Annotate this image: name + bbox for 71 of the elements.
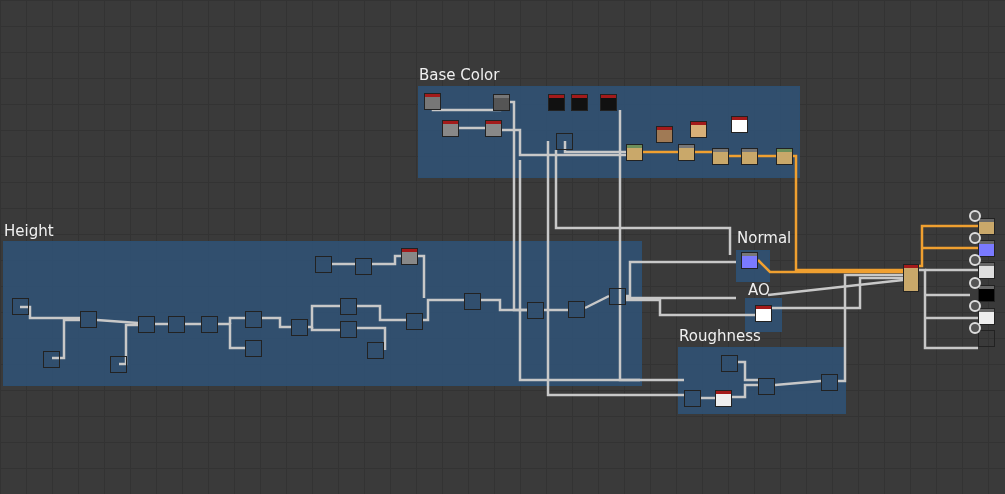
graph-node[interactable] bbox=[245, 340, 262, 357]
graph-node[interactable] bbox=[340, 321, 357, 338]
frame-title: Normal bbox=[737, 229, 792, 247]
graph-node[interactable] bbox=[493, 94, 510, 111]
frame-title: Roughness bbox=[679, 327, 761, 345]
graph-node[interactable] bbox=[401, 248, 418, 265]
output-node[interactable] bbox=[903, 264, 919, 292]
graph-node[interactable] bbox=[355, 258, 372, 275]
graph-node[interactable] bbox=[678, 144, 695, 161]
graph-node[interactable] bbox=[684, 390, 701, 407]
frame-title: Base Color bbox=[419, 66, 500, 84]
wire bbox=[357, 304, 406, 322]
graph-node[interactable] bbox=[776, 148, 793, 165]
graph-node[interactable] bbox=[424, 93, 441, 110]
graph-node[interactable] bbox=[442, 120, 459, 137]
graph-node[interactable] bbox=[406, 313, 423, 330]
graph-node[interactable] bbox=[758, 378, 775, 395]
output-icon bbox=[969, 232, 981, 244]
graph-node[interactable] bbox=[690, 121, 707, 138]
graph-node[interactable] bbox=[527, 302, 544, 319]
output-node[interactable] bbox=[978, 218, 995, 235]
graph-node[interactable] bbox=[110, 356, 127, 373]
output-node[interactable] bbox=[978, 240, 995, 257]
graph-node[interactable] bbox=[656, 126, 673, 143]
wire bbox=[357, 326, 387, 350]
graph-node[interactable] bbox=[715, 390, 732, 407]
output-icon bbox=[969, 210, 981, 222]
graph-node[interactable] bbox=[80, 311, 97, 328]
graph-node[interactable] bbox=[556, 133, 573, 150]
graph-node[interactable] bbox=[291, 319, 308, 336]
graph-node[interactable] bbox=[571, 94, 588, 111]
graph-node[interactable] bbox=[43, 351, 60, 368]
wire bbox=[732, 383, 758, 399]
graph-node[interactable] bbox=[168, 316, 185, 333]
graph-node[interactable] bbox=[245, 311, 262, 328]
output-node[interactable] bbox=[978, 262, 995, 279]
wire bbox=[262, 316, 291, 329]
graph-node[interactable] bbox=[201, 316, 218, 333]
wire bbox=[738, 360, 758, 382]
graph-node[interactable] bbox=[568, 301, 585, 318]
output-icon bbox=[969, 277, 981, 289]
graph-node[interactable] bbox=[755, 305, 772, 322]
graph-node[interactable] bbox=[600, 94, 617, 111]
output-node[interactable] bbox=[978, 308, 995, 325]
wire bbox=[774, 379, 822, 387]
graph-node[interactable] bbox=[367, 342, 384, 359]
output-icon bbox=[969, 300, 981, 312]
graph-node[interactable] bbox=[741, 252, 758, 269]
graph-node[interactable] bbox=[485, 120, 502, 137]
graph-node[interactable] bbox=[548, 94, 565, 111]
graph-node[interactable] bbox=[741, 148, 758, 165]
frame-title: Height bbox=[4, 222, 54, 240]
graph-node[interactable] bbox=[315, 256, 332, 273]
graph-node[interactable] bbox=[712, 148, 729, 165]
output-node[interactable] bbox=[978, 285, 995, 302]
graph-node[interactable] bbox=[721, 355, 738, 372]
graph-node[interactable] bbox=[340, 298, 357, 315]
wire bbox=[372, 254, 401, 266]
graph-node[interactable] bbox=[609, 288, 626, 305]
graph-node[interactable] bbox=[138, 316, 155, 333]
graph-node[interactable] bbox=[731, 116, 748, 133]
graph-node[interactable] bbox=[12, 298, 29, 315]
wire bbox=[332, 262, 355, 266]
output-icon bbox=[969, 322, 981, 334]
graph-node[interactable] bbox=[626, 144, 643, 161]
wire bbox=[155, 322, 168, 326]
graph-node[interactable] bbox=[821, 374, 838, 391]
frame-title: AO bbox=[748, 281, 770, 299]
wire bbox=[185, 322, 201, 326]
graph-node[interactable] bbox=[464, 293, 481, 310]
output-icon bbox=[969, 254, 981, 266]
